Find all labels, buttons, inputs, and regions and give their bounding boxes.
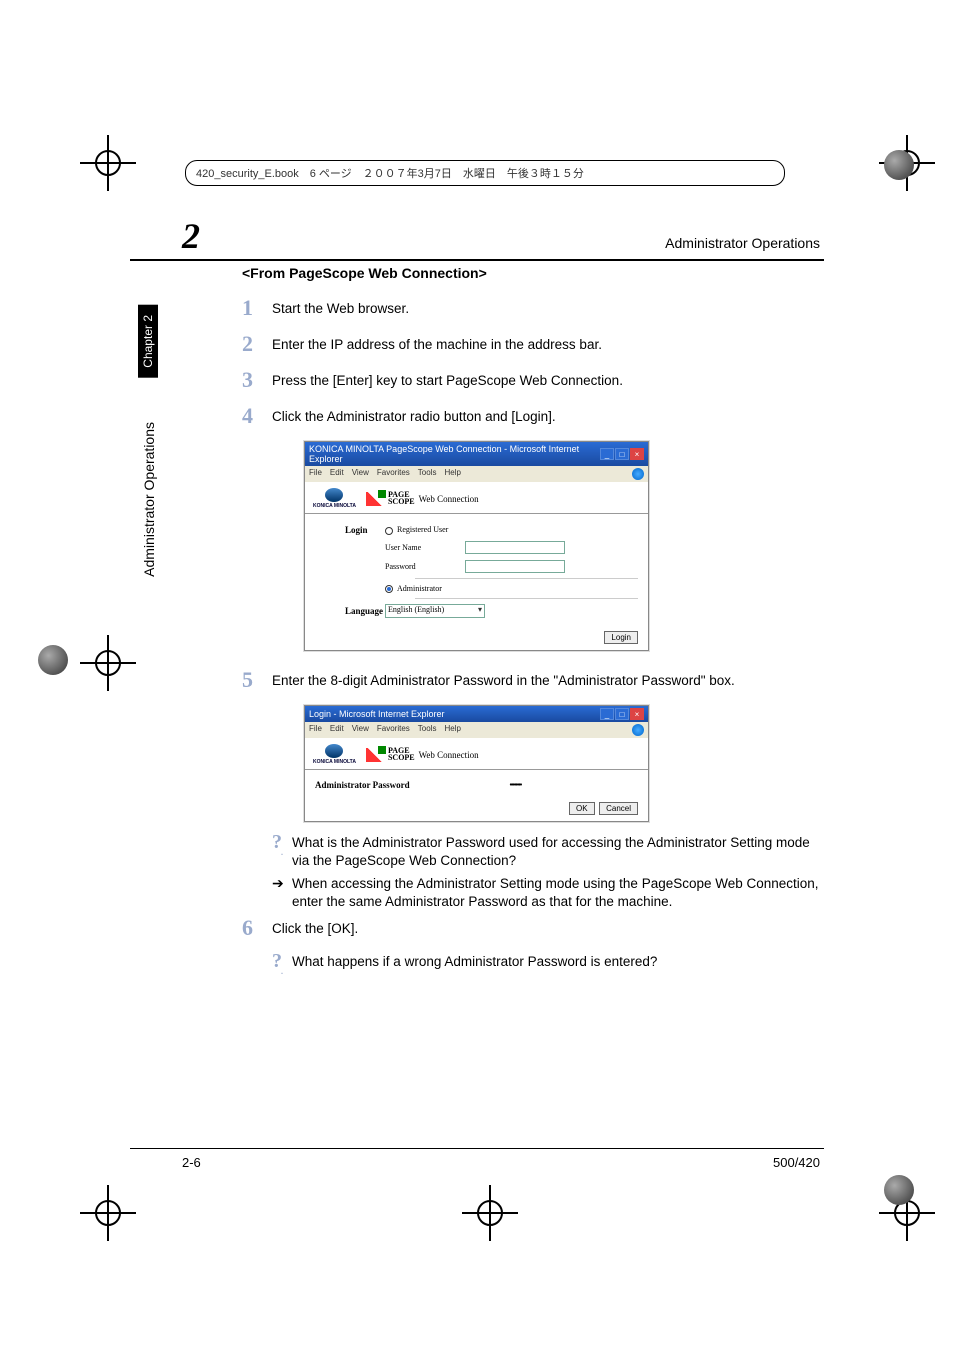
question-text: What is the Administrator Password used … <box>292 834 824 870</box>
step-5: 5 Enter the 8-digit Administrator Passwo… <box>242 669 824 691</box>
konica-minolta-logo: KONICA MINOLTA <box>313 744 356 765</box>
menu-favorites[interactable]: Favorites <box>377 468 410 480</box>
pagescope-icon <box>366 748 384 762</box>
header-rule: 2 Administrator Operations <box>130 215 824 261</box>
step-text: Enter the IP address of the machine in t… <box>272 334 602 355</box>
registered-user-radio[interactable] <box>385 527 393 535</box>
model-number: 500/420 <box>773 1155 824 1170</box>
step-number: 6 <box>242 917 272 939</box>
username-input[interactable] <box>465 541 565 554</box>
step-number: 4 <box>242 405 272 427</box>
brand-text: KONICA MINOLTA <box>313 503 356 509</box>
menu-tools[interactable]: Tools <box>418 468 437 480</box>
question-mark-icon: ? <box>272 834 292 870</box>
ok-button[interactable]: OK <box>569 802 595 815</box>
language-label: Language <box>315 606 385 616</box>
globe-icon <box>325 488 343 502</box>
login-button[interactable]: Login <box>604 631 638 644</box>
username-label: User Name <box>385 543 465 552</box>
step-4: 4 Click the Administrator radio button a… <box>242 405 824 427</box>
step-text: Click the [OK]. <box>272 918 358 939</box>
brand-banner: KONICA MINOLTA PAGESCOPE Web Connection <box>305 738 648 770</box>
step-number: 2 <box>242 333 272 355</box>
question-mark-icon: ? <box>272 953 292 975</box>
pagescope-icon <box>366 492 384 506</box>
minimize-icon[interactable]: _ <box>600 708 614 720</box>
step-text: Start the Web browser. <box>272 298 409 319</box>
step-text: Press the [Enter] key to start PageScope… <box>272 370 623 391</box>
chapter-number: 2 <box>130 215 200 257</box>
password-label: Password <box>385 562 465 571</box>
qa-answer-1: ➔ When accessing the Administrator Setti… <box>272 875 824 911</box>
menu-edit[interactable]: Edit <box>330 724 344 736</box>
window-title: KONICA MINOLTA PageScope Web Connection … <box>309 444 600 464</box>
step-text: Click the Administrator radio button and… <box>272 406 556 427</box>
registration-ball-icon <box>884 1175 914 1205</box>
registration-ball-icon <box>884 150 914 180</box>
menu-file[interactable]: File <box>309 724 322 736</box>
close-icon[interactable]: × <box>630 448 644 460</box>
answer-text: When accessing the Administrator Setting… <box>292 875 824 911</box>
step-2: 2 Enter the IP address of the machine in… <box>242 333 824 355</box>
file-header: 420_security_E.book 6 ページ ２００７年3月7日 水曜日 … <box>185 160 785 186</box>
maximize-icon[interactable]: □ <box>615 448 629 460</box>
step-3: 3 Press the [Enter] key to start PageSco… <box>242 369 824 391</box>
question-text: What happens if a wrong Administrator Pa… <box>292 953 657 975</box>
konica-minolta-logo: KONICA MINOLTA <box>313 488 356 509</box>
menu-help[interactable]: Help <box>444 724 460 736</box>
menu-help[interactable]: Help <box>444 468 460 480</box>
menu-file[interactable]: File <box>309 468 322 480</box>
menu-view[interactable]: View <box>352 468 369 480</box>
page-footer: 2-6 500/420 <box>130 1148 824 1170</box>
page-number: 2-6 <box>130 1155 201 1170</box>
step-6: 6 Click the [OK]. <box>242 917 824 939</box>
password-input[interactable] <box>465 560 565 573</box>
chapter-tab: Chapter 2 <box>138 305 158 378</box>
brand-banner: KONICA MINOLTA PAGESCOPE Web Connection <box>305 482 648 514</box>
step-number: 3 <box>242 369 272 391</box>
language-select[interactable]: English (English) <box>385 604 485 618</box>
step-number: 1 <box>242 297 272 319</box>
step-text: Enter the 8-digit Administrator Password… <box>272 670 735 691</box>
sidebar-section-label: Administrator Operations <box>138 418 160 581</box>
window-titlebar: Login - Microsoft Internet Explorer _ □ … <box>305 706 648 722</box>
menu-view[interactable]: View <box>352 724 369 736</box>
admin-password-value[interactable]: •••••••• <box>510 782 522 789</box>
window-title: Login - Microsoft Internet Explorer <box>309 709 445 719</box>
arrow-icon: ➔ <box>272 875 292 911</box>
subheading: <From PageScope Web Connection> <box>242 265 824 281</box>
screenshot-admin-password: Login - Microsoft Internet Explorer _ □ … <box>304 705 649 822</box>
window-titlebar: KONICA MINOLTA PageScope Web Connection … <box>305 442 648 466</box>
step-number: 5 <box>242 669 272 691</box>
admin-password-label: Administrator Password <box>315 780 410 790</box>
ie-logo-icon <box>632 468 644 480</box>
menu-tools[interactable]: Tools <box>418 724 437 736</box>
menubar: File Edit View Favorites Tools Help <box>305 466 648 482</box>
minimize-icon[interactable]: _ <box>600 448 614 460</box>
step-1: 1 Start the Web browser. <box>242 297 824 319</box>
ps-text-2: SCOPE <box>388 497 415 506</box>
web-connection-text: Web Connection <box>419 494 479 504</box>
brand-text: KONICA MINOLTA <box>313 759 356 765</box>
administrator-radio[interactable] <box>385 585 393 593</box>
qa-question-2: ? What happens if a wrong Administrator … <box>272 953 824 975</box>
registration-ball-icon <box>38 645 68 675</box>
cancel-button[interactable]: Cancel <box>599 802 638 815</box>
ie-logo-icon <box>632 724 644 736</box>
maximize-icon[interactable]: □ <box>615 708 629 720</box>
close-icon[interactable]: × <box>630 708 644 720</box>
ps-text-2: SCOPE <box>388 753 415 762</box>
menu-edit[interactable]: Edit <box>330 468 344 480</box>
registered-user-label: Registered User <box>397 525 448 534</box>
page-title: Administrator Operations <box>665 235 824 257</box>
screenshot-login-page: KONICA MINOLTA PageScope Web Connection … <box>304 441 649 651</box>
globe-icon <box>325 744 343 758</box>
qa-question-1: ? What is the Administrator Password use… <box>272 834 824 870</box>
web-connection-text: Web Connection <box>419 750 479 760</box>
menubar: File Edit View Favorites Tools Help <box>305 722 648 738</box>
login-label: Login <box>315 525 385 535</box>
administrator-label: Administrator <box>397 584 442 593</box>
menu-favorites[interactable]: Favorites <box>377 724 410 736</box>
